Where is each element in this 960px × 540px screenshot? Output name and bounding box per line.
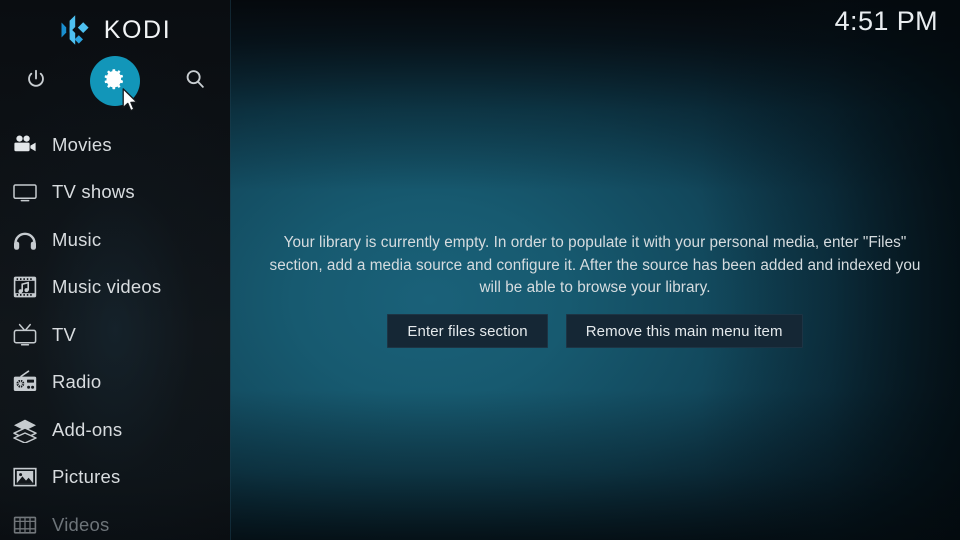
sidebar-item-label: Music videos <box>52 276 162 298</box>
sidebar-item-label: Pictures <box>52 466 121 488</box>
sidebar-item-label: TV <box>52 323 77 345</box>
headphones-icon <box>12 227 38 253</box>
tv-monitor-icon <box>12 179 38 205</box>
film-strip-icon <box>12 512 38 538</box>
empty-library-message: Your library is currently empty. In orde… <box>269 234 921 296</box>
sidebar-menu: Movies TV shows Music Music videos TV Ra… <box>0 121 230 540</box>
sidebar-item-tv[interactable]: TV <box>0 311 230 359</box>
sidebar: KODI Movies TV shows Music Music videos … <box>0 0 230 540</box>
gear-icon <box>104 68 126 95</box>
kodi-window: 4:51 PM Your library is currently empty.… <box>0 0 960 540</box>
sidebar-item-add-ons[interactable]: Add-ons <box>0 406 230 454</box>
movie-camera-icon <box>12 132 38 158</box>
sidebar-item-music[interactable]: Music <box>0 216 230 264</box>
radio-icon <box>12 369 38 395</box>
sidebar-item-pictures[interactable]: Pictures <box>0 454 230 502</box>
film-music-icon <box>12 274 38 300</box>
search-button[interactable] <box>170 56 220 106</box>
power-icon <box>25 68 47 95</box>
enter-files-section-button[interactable]: Enter files section <box>387 314 548 348</box>
kodi-logo-icon <box>59 14 93 46</box>
sidebar-item-music-videos[interactable]: Music videos <box>0 264 230 312</box>
settings-button[interactable] <box>90 56 140 106</box>
sidebar-toolbar <box>0 56 230 106</box>
retro-tv-icon <box>12 322 38 348</box>
action-button-row: Enter files section Remove this main men… <box>230 314 960 348</box>
sidebar-item-label: Add-ons <box>52 418 123 440</box>
sidebar-item-radio[interactable]: Radio <box>0 359 230 407</box>
main-content: Your library is currently empty. In orde… <box>230 0 960 540</box>
power-button[interactable] <box>11 56 61 106</box>
sidebar-item-movies[interactable]: Movies <box>0 121 230 169</box>
app-logo: KODI <box>0 11 230 49</box>
search-icon <box>184 68 206 95</box>
sidebar-item-label: Videos <box>52 513 110 535</box>
sidebar-item-tv-shows[interactable]: TV shows <box>0 169 230 217</box>
sidebar-item-label: Movies <box>52 133 112 155</box>
sidebar-item-label: Radio <box>52 371 102 393</box>
app-title: KODI <box>103 15 172 44</box>
picture-icon <box>12 464 38 490</box>
sidebar-item-label: TV shows <box>52 181 135 203</box>
sidebar-item-videos[interactable]: Videos <box>0 501 230 540</box>
sidebar-item-label: Music <box>52 228 102 250</box>
remove-main-menu-item-button[interactable]: Remove this main menu item <box>565 314 803 348</box>
addons-box-icon <box>12 417 38 443</box>
